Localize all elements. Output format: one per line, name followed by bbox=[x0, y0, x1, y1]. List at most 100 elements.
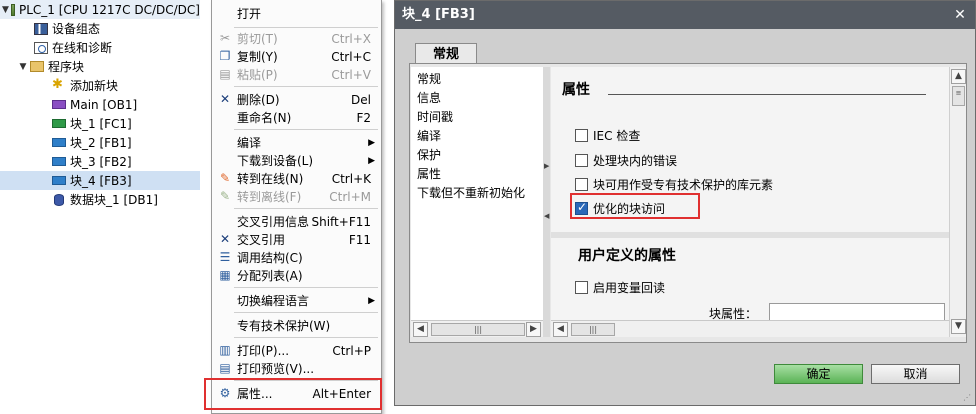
menu-item-go-offline[interactable]: ✎ 转到离线(F) Ctrl+M bbox=[212, 187, 381, 206]
nav-item-timestamp[interactable]: 时间戳 bbox=[417, 108, 453, 125]
menu-item-rename[interactable]: 重命名(N) F2 bbox=[212, 108, 381, 127]
scroll-left-icon[interactable]: ◀ bbox=[413, 322, 428, 337]
tree-item-fb1[interactable]: 块_2 [FB1] bbox=[0, 133, 200, 152]
fb-block-icon bbox=[52, 138, 66, 147]
tree-item-fc1[interactable]: 块_1 [FC1] bbox=[0, 114, 200, 133]
tree-item-db1[interactable]: 数据块_1 [DB1] bbox=[0, 190, 200, 209]
menu-item-label: 转到离线(F) bbox=[237, 190, 302, 204]
checkbox-label: IEC 检查 bbox=[593, 128, 641, 143]
menu-item-open[interactable]: 打开 bbox=[212, 4, 381, 23]
submenu-arrow-icon: ▶ bbox=[368, 155, 375, 166]
db-block-icon bbox=[54, 193, 64, 206]
menu-item-label: 复制(Y) bbox=[237, 50, 278, 64]
menu-item-know-how-protection[interactable]: 专有技术保护(W) bbox=[212, 316, 381, 335]
tree-item-program-blocks[interactable]: ▼ 程序块 bbox=[0, 57, 200, 76]
checkbox-label: 启用变量回读 bbox=[593, 280, 666, 295]
menu-item-label: 专有技术保护(W) bbox=[237, 319, 331, 333]
scroll-left-icon[interactable]: ◀ bbox=[553, 322, 568, 337]
scroll-up-icon[interactable]: ▲ bbox=[951, 69, 966, 84]
menu-item-assignment-list[interactable]: ▦ 分配列表(A) bbox=[212, 266, 381, 285]
scroll-right-icon[interactable]: ▶ bbox=[526, 322, 541, 337]
section-divider bbox=[608, 94, 926, 95]
menu-item-delete[interactable]: ✕ 删除(D) Del bbox=[212, 90, 381, 109]
tree-item-fb2[interactable]: 块_3 [FB2] bbox=[0, 152, 200, 171]
expand-toggle-icon bbox=[40, 138, 50, 148]
menu-item-shortcut: F11 bbox=[348, 232, 371, 247]
expand-toggle-icon[interactable]: ▼ bbox=[18, 62, 28, 72]
menu-item-label: 转到在线(N) bbox=[237, 172, 304, 186]
expand-toggle-icon bbox=[40, 176, 50, 186]
nav-item-attributes[interactable]: 属性 bbox=[417, 165, 441, 182]
nav-item-compile[interactable]: 编译 bbox=[417, 127, 441, 144]
menu-item-label: 剪切(T) bbox=[237, 32, 278, 46]
tree-item-device-config[interactable]: 设备组态 bbox=[0, 19, 200, 38]
menu-item-compile[interactable]: 编译 ▶ bbox=[212, 133, 381, 152]
menu-item-label: 下载到设备(L) bbox=[237, 154, 314, 168]
tree-item-main-ob1[interactable]: Main [OB1] bbox=[0, 95, 200, 114]
checkbox-know-how-library[interactable]: 块可用作受专有技术保护的库元素 bbox=[575, 175, 773, 193]
panel-splitter[interactable]: ▶ ◀ bbox=[543, 67, 550, 337]
user-defined-attributes-section: 用户定义的属性 启用变量回读 块属性： bbox=[551, 232, 949, 320]
menu-item-switch-language[interactable]: 切换编程语言 ▶ bbox=[212, 291, 381, 310]
section-title-attributes: 属性 bbox=[562, 82, 590, 98]
menu-item-cross-ref-info[interactable]: 交叉引用信息 Shift+F11 bbox=[212, 212, 381, 231]
menu-item-print-preview[interactable]: ▤ 打印预览(V)... bbox=[212, 359, 381, 378]
menu-item-cut[interactable]: ✂ 剪切(T) Ctrl+X bbox=[212, 29, 381, 48]
close-icon[interactable]: ✕ bbox=[952, 7, 968, 23]
expand-toggle-icon bbox=[40, 81, 50, 91]
cross-reference-icon: ✕ bbox=[219, 232, 231, 246]
collapse-left-icon[interactable]: ◀ bbox=[544, 212, 549, 220]
tree-item-online-diagnostics[interactable]: 在线和诊断 bbox=[0, 38, 200, 57]
menu-item-call-structure[interactable]: ☰ 调用结构(C) bbox=[212, 248, 381, 267]
menu-item-label: 粘贴(P) bbox=[237, 68, 278, 82]
highlight-properties-menu-item bbox=[204, 378, 382, 410]
menu-item-copy[interactable]: ❐ 复制(Y) Ctrl+C bbox=[212, 47, 381, 66]
nav-horizontal-scrollbar[interactable]: ◀ ||| ▶ bbox=[411, 320, 543, 337]
tree-item-label: PLC_1 [CPU 1217C DC/DC/DC] bbox=[18, 2, 200, 17]
nav-item-general[interactable]: 常规 bbox=[417, 70, 441, 87]
content-vertical-scrollbar[interactable]: ▲ ≡ ▼ bbox=[949, 67, 966, 337]
menu-item-cross-ref[interactable]: ✕ 交叉引用 F11 bbox=[212, 230, 381, 249]
checkbox-box[interactable] bbox=[575, 280, 588, 294]
submenu-arrow-icon: ▶ bbox=[368, 137, 375, 148]
nav-item-protection[interactable]: 保护 bbox=[417, 146, 441, 163]
tree-item-plc[interactable]: ▼ PLC_1 [CPU 1217C DC/DC/DC] bbox=[0, 0, 200, 19]
menu-item-go-online[interactable]: ✎ 转到在线(N) Ctrl+K bbox=[212, 169, 381, 188]
ok-button[interactable]: 确定 bbox=[774, 364, 863, 384]
tree-item-add-block[interactable]: 添加新块 bbox=[0, 76, 200, 95]
scrollbar-thumb[interactable]: ≡ bbox=[952, 86, 965, 106]
menu-item-paste[interactable]: ▤ 粘贴(P) Ctrl+V bbox=[212, 65, 381, 84]
checkbox-iec-check[interactable]: IEC 检查 bbox=[575, 126, 640, 144]
tree-item-label: 块_4 [FB3] bbox=[70, 174, 132, 188]
tree-item-label: 添加新块 bbox=[70, 79, 119, 93]
nav-item-download-without-reinit[interactable]: 下载但不重新初始化 bbox=[417, 184, 525, 201]
checkbox-enable-readback[interactable]: 启用变量回读 bbox=[575, 278, 665, 296]
scroll-down-icon[interactable]: ▼ bbox=[951, 319, 966, 334]
menu-item-print[interactable]: ▥ 打印(P)... Ctrl+P bbox=[212, 341, 381, 360]
checkbox-label: 处理块内的错误 bbox=[593, 153, 678, 168]
device-config-icon bbox=[34, 22, 48, 35]
checkbox-box[interactable] bbox=[575, 153, 588, 167]
expand-toggle-icon[interactable]: ▼ bbox=[2, 5, 9, 15]
scrollbar-thumb[interactable]: ||| bbox=[571, 323, 615, 336]
cancel-button[interactable]: 取消 bbox=[871, 364, 960, 384]
checkbox-handle-errors[interactable]: 处理块内的错误 bbox=[575, 151, 677, 169]
content-horizontal-scrollbar[interactable]: ◀ ||| bbox=[551, 320, 949, 337]
tab-general[interactable]: 常规 bbox=[415, 43, 477, 65]
project-tree: ▼ PLC_1 [CPU 1217C DC/DC/DC] 设备组态 在线和诊断 … bbox=[0, 0, 200, 414]
expand-toggle-icon bbox=[40, 157, 50, 167]
tree-item-fb3[interactable]: 块_4 [FB3] bbox=[0, 171, 200, 190]
menu-item-label: 交叉引用 bbox=[237, 233, 286, 247]
resize-grip-icon[interactable]: ⋰ bbox=[963, 393, 973, 403]
scrollbar-thumb[interactable]: ||| bbox=[431, 323, 525, 336]
nav-item-information[interactable]: 信息 bbox=[417, 89, 441, 106]
checkbox-box[interactable] bbox=[575, 177, 588, 191]
menu-item-label: 切换编程语言 bbox=[237, 294, 310, 308]
menu-item-download[interactable]: 下载到设备(L) ▶ bbox=[212, 151, 381, 170]
block-attribute-input[interactable] bbox=[769, 303, 945, 320]
checkbox-box[interactable] bbox=[575, 128, 588, 142]
menu-item-shortcut: Ctrl+X bbox=[331, 31, 371, 46]
expand-toggle-icon bbox=[40, 195, 50, 205]
collapse-right-icon[interactable]: ▶ bbox=[544, 162, 549, 170]
expand-toggle-icon bbox=[22, 43, 32, 53]
